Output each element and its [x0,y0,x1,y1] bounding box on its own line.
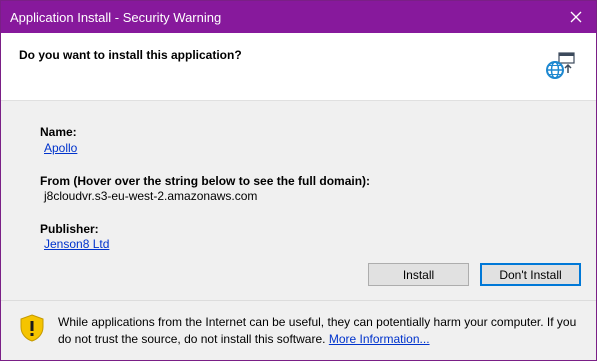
close-icon [570,11,582,23]
app-name-link[interactable]: Apollo [44,141,77,155]
source-domain[interactable]: j8cloudvr.s3-eu-west-2.amazonaws.com [44,189,257,203]
header-panel: Do you want to install this application? [1,33,596,101]
warning-footer: While applications from the Internet can… [1,301,596,360]
install-button[interactable]: Install [368,263,469,286]
publisher-link[interactable]: Jenson8 Ltd [44,237,109,251]
security-warning-dialog: Application Install - Security Warning D… [0,0,597,361]
title-bar[interactable]: Application Install - Security Warning [1,1,596,33]
more-information-link[interactable]: More Information... [329,332,430,346]
window-title: Application Install - Security Warning [10,10,222,25]
publisher-label: Publisher: [40,222,99,236]
globe-install-icon [546,52,575,79]
dont-install-button[interactable]: Don't Install [480,263,581,286]
install-question: Do you want to install this application? [19,48,242,62]
name-label: Name: [40,125,77,139]
warning-shield-icon [20,314,44,342]
close-button[interactable] [556,1,596,33]
warning-text: While applications from the Internet can… [58,315,577,346]
warning-message: While applications from the Internet can… [58,314,578,348]
from-label: From (Hover over the string below to see… [40,174,371,188]
